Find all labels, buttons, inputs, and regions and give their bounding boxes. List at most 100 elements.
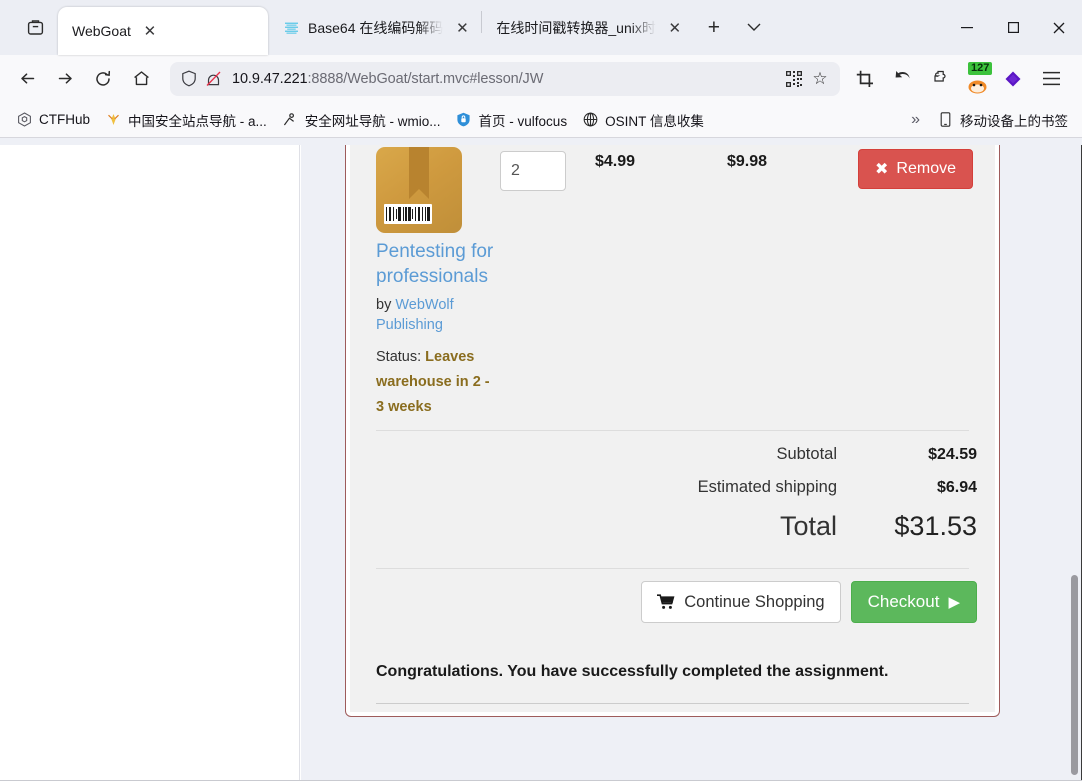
window-close-button[interactable] <box>1036 0 1082 55</box>
page-scrollbar-thumb[interactable] <box>1071 575 1078 775</box>
assignment-feedback-message: Congratulations. You have successfully c… <box>376 663 889 680</box>
list-all-tabs-button[interactable] <box>12 0 58 55</box>
shield-bookmark-icon <box>455 111 473 129</box>
back-button[interactable] <box>10 62 44 96</box>
url-bar[interactable]: 10.9.47.221:8888/WebGoat/start.mvc#lesso… <box>170 61 840 96</box>
url-host: 10.9.47.221 <box>232 70 308 87</box>
product-box-image <box>376 147 462 233</box>
browser-tab-base64[interactable]: Base64 在线编码解码 ✕ <box>268 8 481 48</box>
new-tab-icon: + <box>707 15 720 39</box>
qr-code-icon[interactable] <box>782 70 806 87</box>
tab-title: Base64 在线编码解码 <box>308 18 444 38</box>
tab-close-icon[interactable]: ✕ <box>666 19 684 37</box>
forward-button[interactable] <box>48 62 82 96</box>
bookmark-ctfhub[interactable]: CTFHub <box>8 107 97 133</box>
subtotal-label: Subtotal <box>776 445 837 463</box>
bookmarks-overflow-button[interactable]: » <box>901 111 930 129</box>
cart-item-details: Pentesting for professionals by WebWolf … <box>350 147 500 420</box>
bookmark-label: 中国安全站点导航 - a... <box>128 113 267 129</box>
bookmark-label: 移动设备上的书签 <box>960 113 1068 129</box>
tracking-protection-off-icon[interactable] <box>200 70 226 87</box>
bookmark-label: 安全网址导航 - wmio... <box>304 113 441 129</box>
extension-counter-icon[interactable]: 127 <box>962 61 993 94</box>
reload-button[interactable] <box>86 62 120 96</box>
toolbar-extensions: 127 <box>848 61 1072 96</box>
bookmark-osint[interactable]: OSINT 信息收集 <box>574 106 711 134</box>
globe-icon <box>581 111 599 129</box>
cart-line-total-cell: $9.98 <box>675 147 785 420</box>
bookmark-star-icon[interactable]: ☆ <box>808 69 832 89</box>
total-value: $31.53 <box>894 511 977 541</box>
bookmark-icon <box>104 111 122 129</box>
tab-list-dropdown-button[interactable] <box>734 8 774 48</box>
bookmark-vulfocus[interactable]: 首页 - vulfocus <box>448 106 575 134</box>
line-total: $9.98 <box>726 153 767 170</box>
bookmarks-bar: CTFHub 中国安全站点导航 - a... 安全网址导航 - wmio... <box>0 102 1082 138</box>
extensions-puzzle-icon[interactable] <box>924 62 958 96</box>
cart-remove-cell: ✖ Remove <box>785 147 995 420</box>
box-ribbon <box>409 147 429 199</box>
tab-strip: WebGoat ✕ Base64 在线编码解码 ✕ 在线时间戳转换器_unix时 <box>0 0 1082 55</box>
bookmark-label: OSINT 信息收集 <box>605 113 704 129</box>
diamond-extension-icon[interactable] <box>996 62 1030 96</box>
play-arrow-icon: ▶ <box>948 594 960 611</box>
bookmark-label: CTFHub <box>39 112 91 127</box>
cart-inner: Pentesting for professionals by WebWolf … <box>350 145 995 712</box>
cart-totals: Subtotal $24.59 Estimated shipping $6.94… <box>350 431 995 562</box>
remove-button[interactable]: ✖ Remove <box>858 149 973 189</box>
bookmark-label: 首页 - vulfocus <box>478 113 568 129</box>
remove-x-icon: ✖ <box>875 161 889 178</box>
cart-unit-price-cell: $4.99 <box>595 147 675 420</box>
grand-total-row: Total $31.53 <box>350 511 977 542</box>
browser-tab-timestamp[interactable]: 在线时间戳转换器_unix时 ✕ <box>482 8 693 48</box>
by-prefix: by <box>376 297 392 313</box>
product-status: Status: Leaves warehouse in 2 - 3 weeks <box>376 345 500 420</box>
navigation-toolbar: 10.9.47.221:8888/WebGoat/start.mvc#lesso… <box>0 55 1082 102</box>
product-author-line: by WebWolf Publishing <box>376 295 500 335</box>
unit-price: $4.99 <box>595 153 636 170</box>
screenshot-crop-icon[interactable] <box>848 62 882 96</box>
app-menu-icon[interactable] <box>1034 62 1068 96</box>
shopping-cart-panel: Pentesting for professionals by WebWolf … <box>345 145 1000 717</box>
cart-actions: Continue Shopping Checkout ▶ <box>350 569 995 643</box>
window-minimize-button[interactable] <box>944 0 990 55</box>
cart-quantity-cell <box>500 147 595 420</box>
url-text[interactable]: 10.9.47.221:8888/WebGoat/start.mvc#lesso… <box>232 70 782 87</box>
bookmark-china-security-nav[interactable]: 中国安全站点导航 - a... <box>97 106 274 134</box>
home-button[interactable] <box>124 62 158 96</box>
tabstrip-left-padding <box>0 0 12 55</box>
bookmark-icon <box>281 111 299 129</box>
subtotal-value: $24.59 <box>928 446 977 463</box>
checkout-label: Checkout <box>867 592 940 611</box>
base64-favicon <box>282 19 300 37</box>
shipping-row: Estimated shipping $6.94 <box>350 478 977 497</box>
remove-label: Remove <box>896 160 956 177</box>
urlbar-right-icons: ☆ <box>782 69 832 89</box>
ctfhub-icon <box>15 111 33 129</box>
browser-window: WebGoat ✕ Base64 在线编码解码 ✕ 在线时间戳转换器_unix时 <box>0 0 1082 781</box>
cart-item-row: Pentesting for professionals by WebWolf … <box>350 145 995 424</box>
page-viewport: Pentesting for professionals by WebWolf … <box>0 145 1082 781</box>
product-title-link[interactable]: Pentesting for professionals <box>376 239 500 289</box>
bookmark-security-url-nav[interactable]: 安全网址导航 - wmio... <box>274 106 448 134</box>
continue-shopping-button[interactable]: Continue Shopping <box>641 581 841 623</box>
quantity-input[interactable] <box>500 151 566 191</box>
shopping-cart-icon <box>657 594 675 610</box>
url-path: :8888/WebGoat/start.mvc#lesson/JW <box>307 70 544 87</box>
tab-title: 在线时间戳转换器_unix时 <box>496 18 656 38</box>
tabstrip-tools: + <box>694 0 774 55</box>
barcode-icon <box>384 204 432 224</box>
window-maximize-button[interactable] <box>990 0 1036 55</box>
undo-arrow-icon[interactable] <box>886 62 920 96</box>
tab-close-icon[interactable]: ✕ <box>141 22 159 40</box>
bookmark-mobile-folder[interactable]: 移动设备上的书签 <box>930 106 1074 134</box>
tab-close-icon[interactable]: ✕ <box>453 19 471 37</box>
browser-tab-webgoat[interactable]: WebGoat ✕ <box>58 7 268 55</box>
subtotal-row: Subtotal $24.59 <box>350 445 977 464</box>
tab-title: WebGoat <box>72 23 131 39</box>
shield-icon[interactable] <box>178 70 200 87</box>
mobile-device-icon <box>936 111 954 129</box>
new-tab-button[interactable]: + <box>694 8 734 48</box>
window-controls <box>944 0 1082 55</box>
checkout-button[interactable]: Checkout ▶ <box>850 581 977 623</box>
